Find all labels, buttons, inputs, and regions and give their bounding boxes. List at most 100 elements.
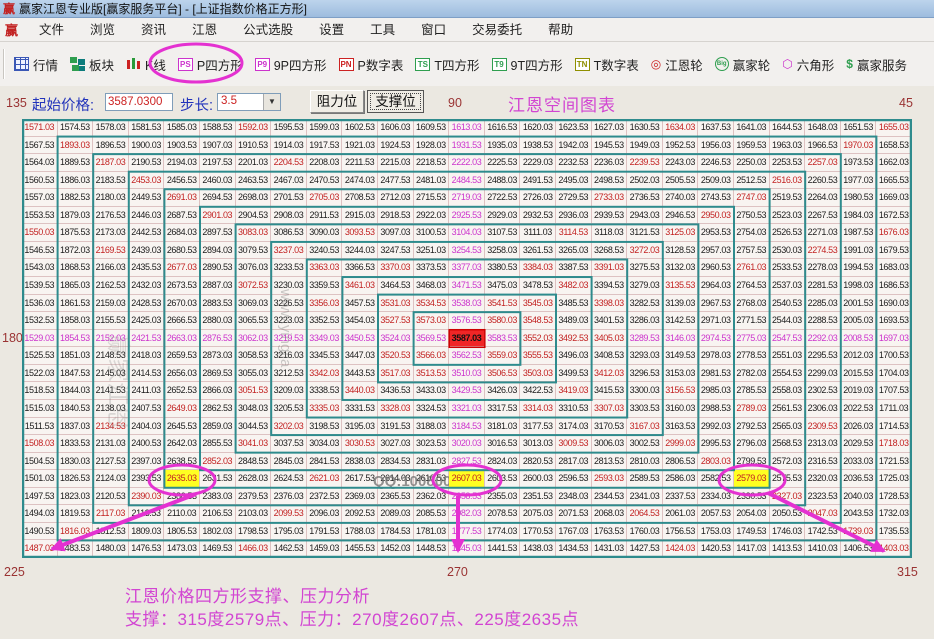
grid-cell: 1504.53: [22, 453, 58, 471]
grid-cell: 3100.53: [414, 224, 450, 242]
start-price-input[interactable]: [105, 93, 173, 111]
toolbar-button-label: 行情: [33, 55, 58, 74]
grid-cell: 2488.03: [485, 172, 521, 190]
grid-cell: 2117.03: [93, 505, 129, 523]
app-logo-icon: 赢: [5, 20, 18, 39]
grid-cell: 1557.03: [22, 189, 58, 207]
grid-cell: 1980.53: [841, 189, 877, 207]
grid-cell: 2771.53: [734, 312, 770, 330]
gann-wheel-icon: ◎: [651, 57, 661, 71]
grid-cell: 1837.03: [58, 418, 94, 436]
menu-item[interactable]: 窗口: [408, 19, 459, 41]
grid-cell: 3244.03: [342, 242, 378, 260]
grid-cell: 2663.03: [164, 330, 200, 348]
toolbar-button-9P四方形[interactable]: P99P四方形: [255, 55, 327, 74]
menu-item[interactable]: 文件: [26, 19, 77, 41]
toolbar-button-六角形[interactable]: ⬡六角形: [782, 55, 834, 74]
grid-cell: 3062.03: [236, 330, 272, 348]
grid-cell: 3394.53: [592, 277, 628, 295]
grid-cell: 1949.03: [627, 137, 663, 155]
menu-item[interactable]: 工具: [357, 19, 408, 41]
menu-item[interactable]: 交易委托: [459, 19, 535, 41]
grid-cell: 2001.53: [841, 295, 877, 313]
toolbar-button-赢家轮[interactable]: Big赢家轮: [715, 55, 771, 74]
grid-cell: 2967.53: [698, 295, 734, 313]
toolbar-button-P数字表[interactable]: PNP数字表: [339, 55, 404, 74]
grid-cell: 3310.53: [556, 400, 592, 418]
grid-cell: 1840.53: [58, 400, 94, 418]
grid-cell: 1991.03: [841, 242, 877, 260]
grid-cell: 1487.03: [22, 540, 58, 558]
grid-cell: 2596.53: [556, 470, 592, 488]
grid-cell: 3191.53: [378, 418, 414, 436]
grid-cell: 1648.03: [805, 119, 841, 137]
chevron-down-icon[interactable]: ▼: [263, 94, 280, 110]
grid-cell: 2684.03: [164, 224, 200, 242]
support-button[interactable]: 支撑位: [367, 90, 424, 113]
grid-cell: 1921.03: [342, 137, 378, 155]
grid-cell: 2593.03: [592, 470, 628, 488]
grid-cell: 2442.53: [129, 224, 165, 242]
grid-cell: 1872.03: [58, 242, 94, 260]
grid-cell: 3443.53: [342, 365, 378, 383]
grid-cell: 2344.53: [592, 488, 628, 506]
grid-cell: 2211.53: [342, 154, 378, 172]
grid-cell: 1644.53: [770, 119, 806, 137]
menu-item[interactable]: 江恩: [179, 19, 230, 41]
grid-cell: 2918.53: [378, 207, 414, 225]
menu-item[interactable]: 设置: [306, 19, 357, 41]
grid-cell: 3177.53: [520, 418, 556, 436]
menu-item[interactable]: 浏览: [77, 19, 128, 41]
grid-cell: 1711.03: [876, 400, 912, 418]
grid-cell: 3349.03: [307, 330, 343, 348]
grid-cell: 2505.53: [663, 172, 699, 190]
grid-cell: 1571.03: [22, 119, 58, 137]
grid-cell: 2715.53: [414, 189, 450, 207]
step-select[interactable]: 3.5 ▼: [217, 93, 281, 111]
toolbar-button-江恩轮[interactable]: ◎江恩轮: [651, 55, 703, 74]
grid-cell: 1588.53: [200, 119, 236, 137]
grid-cell: 1994.53: [841, 259, 877, 277]
grid-cell: 1847.53: [58, 365, 94, 383]
grid-cell: 2400.53: [129, 435, 165, 453]
grid-cell: 1469.53: [200, 540, 236, 558]
toolbar-button-label: T四方形: [434, 55, 479, 74]
title-bar[interactable]: 赢 赢家江恩专业版[赢家服务平台] - [上证指数价格正方形]: [0, 0, 934, 18]
grid-cell: 1508.03: [22, 435, 58, 453]
grid-cell: 2281.53: [805, 277, 841, 295]
menu-item[interactable]: 公式选股: [230, 19, 306, 41]
toolbar-button-T数字表[interactable]: TNT数字表: [575, 55, 639, 74]
grid-cell: 1721.53: [876, 453, 912, 471]
grid-cell: 2726.03: [520, 189, 556, 207]
grid-cell: 1448.53: [414, 540, 450, 558]
grid-cell: 2750.53: [734, 207, 770, 225]
grid-cell: 1637.53: [698, 119, 734, 137]
resistance-button[interactable]: 阻力位: [310, 90, 364, 113]
toolbar-button-板块[interactable]: 板块: [70, 55, 114, 74]
grid-cell: 3499.53: [556, 365, 592, 383]
grid-cell: 1410.03: [805, 540, 841, 558]
toolbar-button-P四方形[interactable]: PSP四方形: [178, 55, 243, 74]
grid-cell: 1928.03: [414, 137, 450, 155]
toolbar-button-赢家服务[interactable]: $赢家服务: [846, 55, 907, 74]
toolbar-button-行情[interactable]: 行情: [14, 55, 58, 74]
grid-cell: 2866.03: [200, 382, 236, 400]
grid-cell: 2414.53: [129, 365, 165, 383]
grid-cell: 1788.03: [342, 523, 378, 541]
grid-cell: 2453.03: [129, 172, 165, 190]
grid-cell: 1501.03: [22, 470, 58, 488]
menu-item[interactable]: 帮助: [535, 19, 586, 41]
toolbar-button-K线[interactable]: K线: [126, 55, 166, 74]
toolbar-button-T四方形[interactable]: TST四方形: [415, 55, 479, 74]
grid-cell: 1812.53: [93, 523, 129, 541]
grid-cell: 1518.53: [22, 382, 58, 400]
grid-cell: 1749.53: [734, 523, 770, 541]
grid-cell: 1693.53: [876, 312, 912, 330]
grid-cell: 2239.53: [627, 154, 663, 172]
grid-cell: 1966.53: [805, 137, 841, 155]
grid-cell: 2806.53: [663, 453, 699, 471]
menu-item[interactable]: 资讯: [128, 19, 179, 41]
grid-cell: 3128.53: [663, 242, 699, 260]
toolbar-button-9T四方形[interactable]: T99T四方形: [492, 55, 563, 74]
grid-cell: 2190.53: [129, 154, 165, 172]
